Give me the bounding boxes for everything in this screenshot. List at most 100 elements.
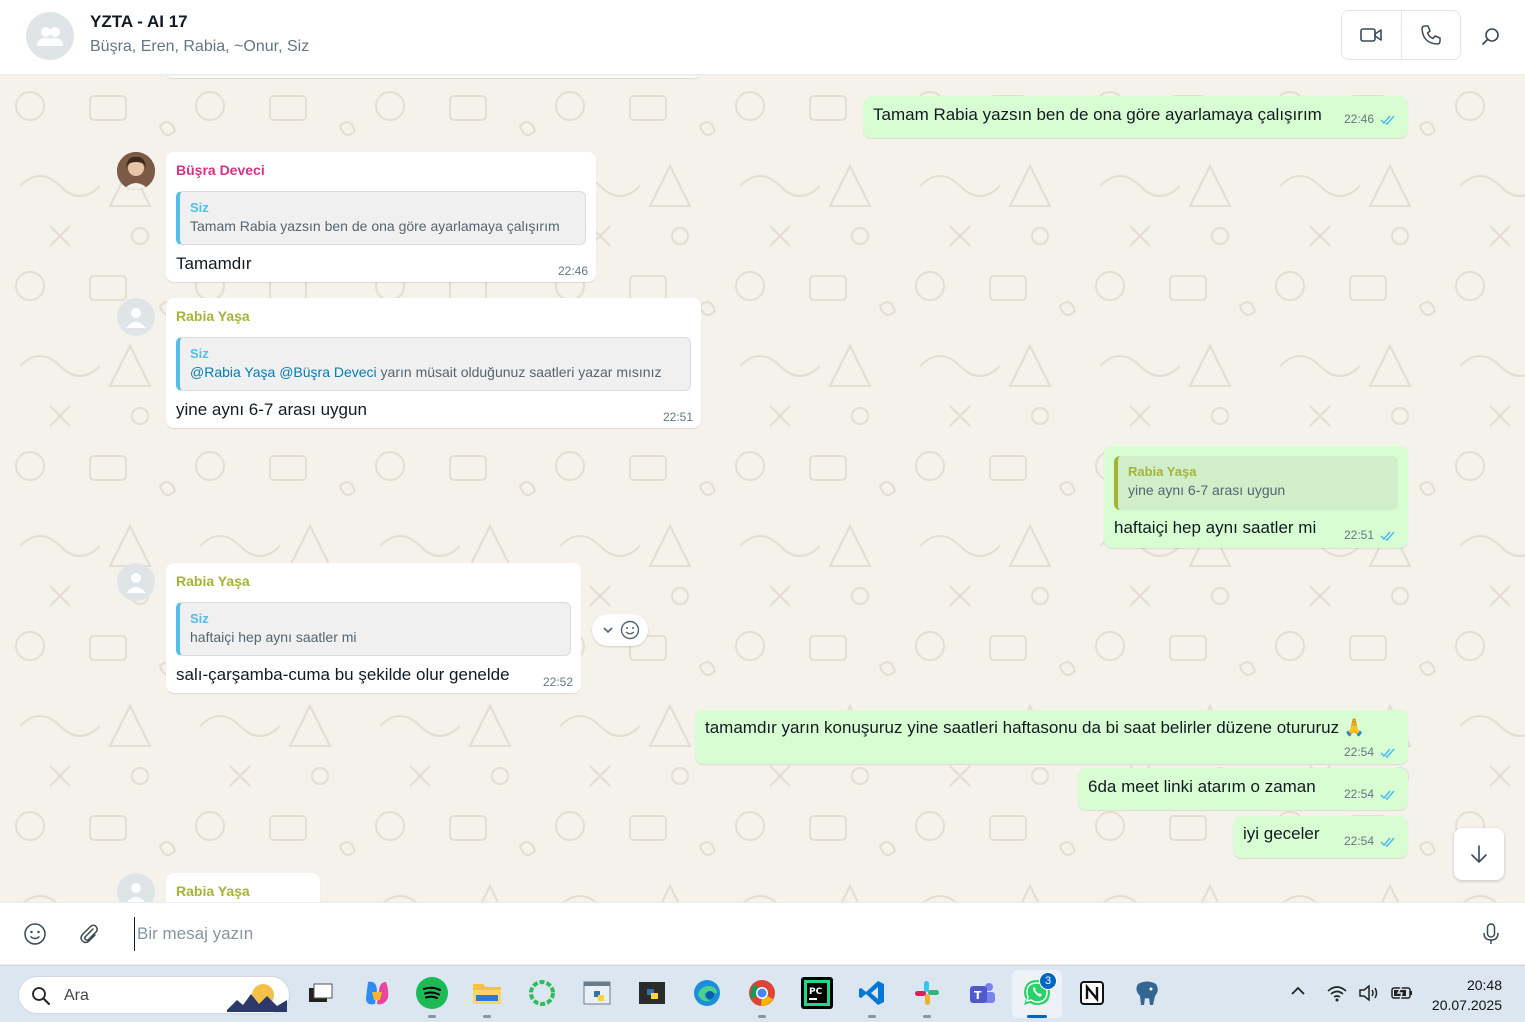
message-text: yine aynı 6-7 arası uygun: [176, 400, 367, 419]
avatar-rabia[interactable]: [117, 563, 155, 601]
message-meta: 22:51: [1344, 528, 1396, 542]
notification-badge: 3: [1039, 972, 1057, 990]
emoji-button[interactable]: [20, 919, 50, 949]
quoted-message[interactable]: Siz @Rabia Yaşa @Büşra Deveci yarın müsa…: [176, 337, 691, 391]
message-time: 22:54: [1343, 745, 1374, 759]
svg-text:T: T: [974, 989, 982, 1002]
system-tray[interactable]: [1326, 984, 1414, 1002]
chat-title[interactable]: YZTA - AI 17: [90, 12, 188, 32]
system-clock[interactable]: 20:48 20.07.2025: [1420, 975, 1502, 1015]
search-icon: [32, 987, 50, 1005]
search-highlight-icon: [227, 984, 287, 1012]
teams-icon: T: [970, 983, 995, 1003]
arrow-down-icon: [1471, 845, 1487, 864]
message-actions: [592, 614, 648, 646]
notion-icon: [1080, 981, 1104, 1005]
default-user-icon: [126, 573, 146, 593]
outgoing-message[interactable]: tamamdır yarın konuşuruz yine saatleri h…: [695, 710, 1408, 764]
volume-icon: [1359, 984, 1378, 1002]
default-user-icon: [126, 308, 146, 328]
slack-app[interactable]: [911, 977, 943, 1009]
chat-members[interactable]: Büşra, Eren, Rabia, ~Onur, Siz: [90, 38, 309, 56]
chrome-icon: [749, 980, 775, 1006]
loader-app[interactable]: [526, 977, 558, 1009]
read-ticks-icon: [1380, 114, 1395, 125]
windows-taskbar: Ara PC T 3 20:48 20.07.2025: [0, 965, 1525, 1022]
sender-name[interactable]: Rabia Yaşa: [176, 308, 250, 324]
quoted-message[interactable]: Siz Tamam Rabia yazsın ben de ona göre a…: [176, 191, 586, 245]
group-avatar[interactable]: [26, 12, 74, 60]
message-time: 22:46: [557, 264, 588, 278]
copilot-app[interactable]: [361, 977, 393, 1009]
spotify-app[interactable]: [416, 977, 448, 1009]
python-idle-app[interactable]: [581, 977, 613, 1009]
outgoing-message[interactable]: 6da meet linki atarım o zaman 22:54: [1078, 768, 1408, 810]
incoming-message[interactable]: Rabia Yaşa Siz @Rabia Yaşa @Büşra Deveci…: [166, 298, 701, 428]
avatar-busra[interactable]: [117, 152, 155, 190]
incoming-message[interactable]: Rabia Yaşa: [166, 873, 320, 902]
running-indicator: [923, 1015, 931, 1018]
folder-icon: [473, 984, 501, 1004]
mention-busra[interactable]: @Büşra Deveci: [279, 364, 376, 380]
clock-date: 20.07.2025: [1431, 997, 1502, 1013]
quote-author: Siz: [190, 200, 209, 215]
attach-button[interactable]: [74, 919, 104, 949]
running-indicator: [428, 1015, 436, 1018]
circle-progress-icon: [529, 980, 555, 1006]
message-meta: 22:54: [1344, 834, 1396, 848]
paperclip-icon: [80, 924, 98, 944]
voice-call-button[interactable]: [1400, 11, 1461, 59]
voice-message-button[interactable]: [1476, 919, 1506, 949]
incoming-message[interactable]: Büşra Deveci Siz Tamam Rabia yazsın ben …: [166, 152, 596, 282]
python-app[interactable]: [636, 977, 668, 1009]
outgoing-message[interactable]: Rabia Yaşa yine aynı 6-7 arası uygun haf…: [1104, 446, 1408, 548]
scroll-to-bottom-button[interactable]: [1454, 828, 1504, 880]
outgoing-message[interactable]: Tamam Rabia yazsın ben de ona göre ayarl…: [863, 96, 1408, 138]
message-text: salı-çarşamba-cuma bu şekilde olur genel…: [176, 665, 510, 684]
quote-rest: yarın müsait olduğunuz saatleri yazar mı…: [376, 364, 662, 380]
message-time: 22:54: [1343, 834, 1374, 848]
quote-text: @Rabia Yaşa @Büşra Deveci yarın müsait o…: [190, 364, 661, 380]
emoji-react-icon[interactable]: [620, 620, 640, 640]
chevron-up-icon: [1291, 986, 1305, 995]
sender-name[interactable]: Rabia Yaşa: [176, 883, 250, 899]
outgoing-message[interactable]: iyi geceler 22:54: [1233, 816, 1408, 858]
video-call-button[interactable]: [1342, 11, 1401, 59]
taskbar-search[interactable]: Ara: [18, 976, 290, 1014]
file-explorer-app[interactable]: [471, 977, 503, 1009]
vscode-app[interactable]: [856, 977, 888, 1009]
postgresql-app[interactable]: [1131, 977, 1163, 1009]
quoted-message[interactable]: Rabia Yaşa yine aynı 6-7 arası uygun: [1114, 456, 1398, 510]
chrome-app[interactable]: [746, 977, 778, 1009]
profile-photo-icon: [117, 152, 155, 190]
message-text: Tamam Rabia yazsın ben de ona göre ayarl…: [873, 105, 1322, 124]
task-view-button[interactable]: [305, 977, 337, 1009]
edge-app[interactable]: [691, 977, 723, 1009]
cutoff-message: [166, 76, 700, 78]
chevron-down-icon[interactable]: [601, 623, 615, 637]
running-indicator: [868, 1015, 876, 1018]
pycharm-app[interactable]: PC: [801, 977, 833, 1009]
group-icon: [37, 27, 63, 46]
python-window-icon: [583, 981, 611, 1005]
message-input[interactable]: [134, 917, 1454, 951]
avatar-rabia[interactable]: [117, 298, 155, 336]
sender-name[interactable]: Rabia Yaşa: [176, 573, 250, 589]
running-indicator: [483, 1015, 491, 1018]
teams-app[interactable]: T: [966, 977, 998, 1009]
notion-app[interactable]: [1076, 977, 1108, 1009]
edge-icon: [694, 980, 720, 1006]
quote-text: Tamam Rabia yazsın ben de ona göre ayarl…: [190, 218, 560, 234]
search-chat-button[interactable]: [1476, 22, 1506, 52]
sender-name[interactable]: Büşra Deveci: [176, 162, 265, 178]
message-meta: 22:54: [1344, 745, 1396, 759]
clock-time: 20:48: [1466, 977, 1502, 993]
incoming-message[interactable]: Rabia Yaşa Siz haftaiçi hep aynı saatler…: [166, 563, 581, 693]
message-time: 22:52: [542, 675, 573, 689]
show-hidden-icons-button[interactable]: [1289, 984, 1307, 998]
message-text: iyi geceler: [1243, 824, 1320, 843]
message-list[interactable]: Tamam Rabia yazsın ben de ona göre ayarl…: [0, 76, 1525, 902]
mention-rabia[interactable]: @Rabia Yaşa: [190, 364, 275, 380]
quoted-message[interactable]: Siz haftaiçi hep aynı saatler mi: [176, 602, 571, 656]
battery-charging-icon: [1391, 985, 1412, 1001]
